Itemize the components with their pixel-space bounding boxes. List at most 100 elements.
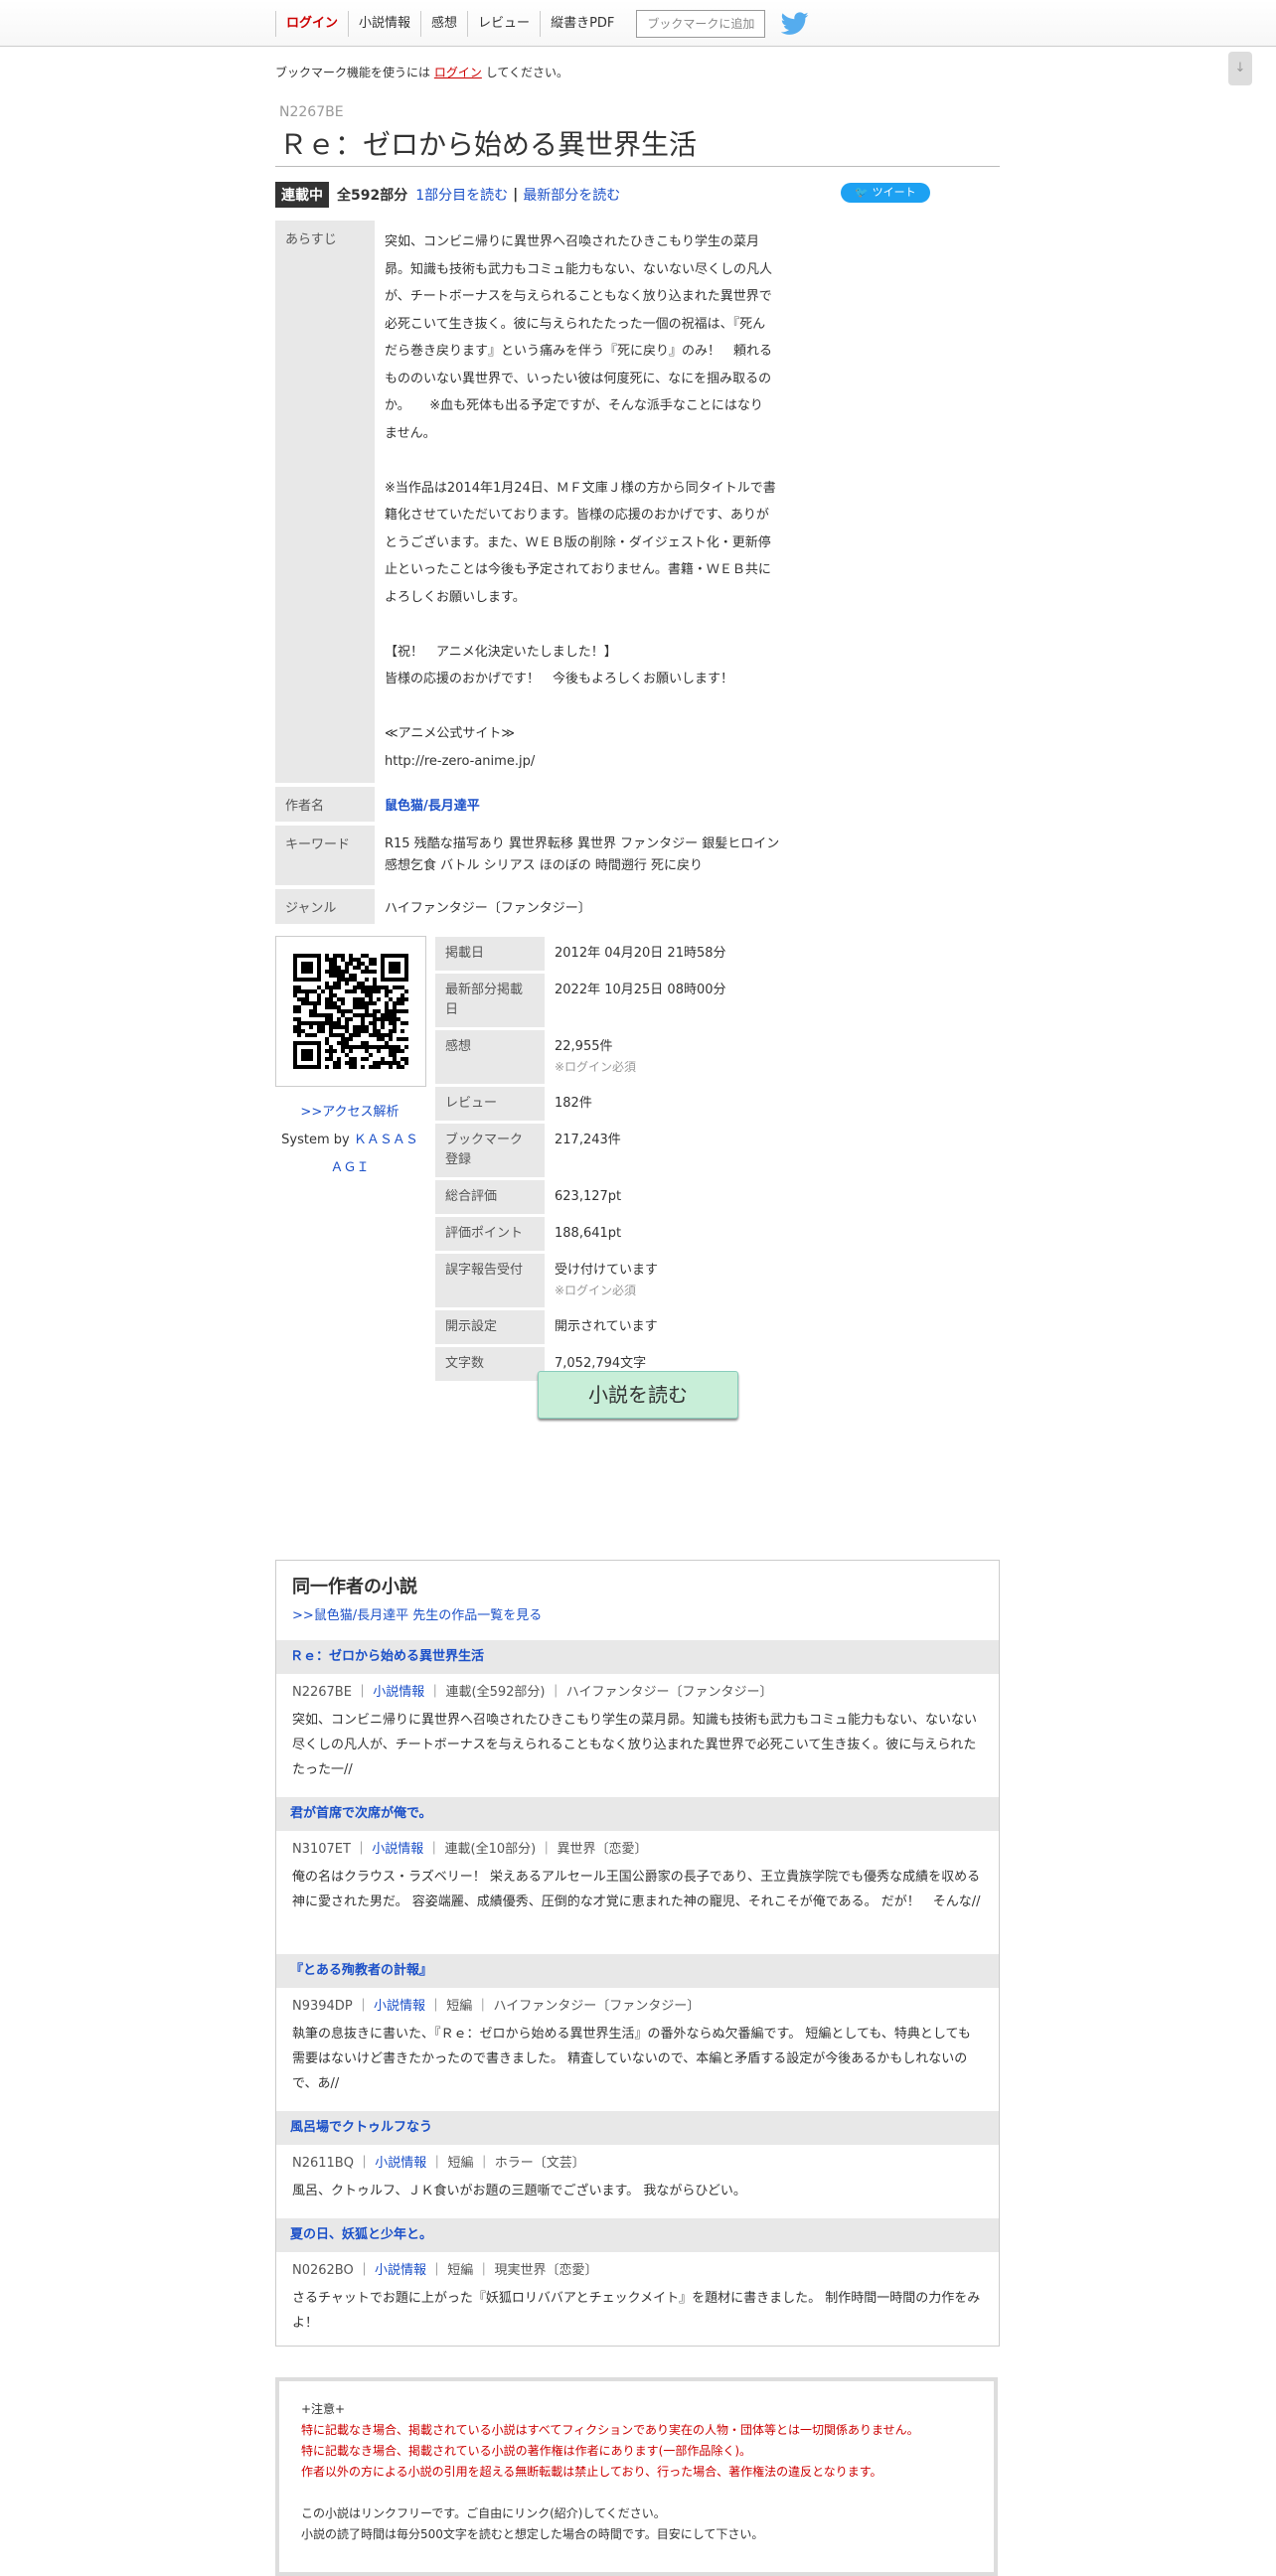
meta-row: 掲載日 2012年 04月20日 21時58分 [435,937,813,971]
work-item: 風呂場でクトゥルフなう N2611BQ ｜ 小説情報 ｜ 短編 ｜ ホラー〔文芸〕… [276,2111,999,2203]
work-title-link[interactable]: 風呂場でクトゥルフなう [276,2111,999,2145]
synopsis-row: あらすじ 突如、コンビニ帰りに異世界へ召喚されたひきこもり学生の菜月 昴。知識も… [275,221,812,783]
work-meta: N2611BQ ｜ 小説情報 ｜ 短編 ｜ ホラー〔文芸〕 [292,2156,585,2171]
work-item: 夏の日、妖狐と少年と。 N0262BO ｜ 小説情報 ｜ 短編 ｜ 現実世界〔恋愛… [276,2218,999,2336]
work-title-link[interactable]: Ｒｅ：ゼロから始める異世界生活 [276,1640,999,1674]
author-works-list-link[interactable]: >>鼠色猫/長月達平 先生の作品一覧を見る [292,1604,542,1623]
synopsis-label: あらすじ [275,221,375,783]
total-parts: 全592部分 [337,188,408,204]
work-info-link[interactable]: 小説情報 [374,1999,425,2014]
meta-row: ブックマーク登録 217,243件 [435,1124,813,1177]
kasasagi-part-1: ＫＡＳＡＳ [353,1133,418,1147]
genre-row: ジャンル ハイファンタジー〔ファンタジー〕 [275,889,812,924]
notice-footer: +注意+ 特に記載なき場合、掲載されている小説はすべてフィクションであり実在の人… [275,2377,998,2576]
nav-menu: ログイン 小説情報 感想 レビュー 縦書きPDF ブックマークに追加 [275,10,809,38]
link-separator: | [513,187,519,203]
meta-label: 誤字報告受付 [435,1254,545,1307]
read-novel-button[interactable]: 小説を読む [538,1371,738,1419]
status-row: 連載中 全592部分 1部分目を読む | 最新部分を読む [275,182,620,208]
meta-cell: 188,641pt [545,1217,813,1251]
novel-code: N2267BE [279,104,344,120]
genre-label: ジャンル [275,889,375,924]
meta-label: 最新部分掲載日 [435,974,545,1027]
work-code: N2611BQ [292,2156,354,2171]
meta-cell: 受け付けています ※ログイン必須 [545,1254,813,1307]
novel-title: Ｒｅ：ゼロから始める異世界生活 [279,128,698,161]
nav-login-link[interactable]: ログイン [275,11,348,37]
work-title-link[interactable]: 君が首席で次席が俺で。 [276,1797,999,1831]
notice-text-before: ブックマーク機能を使うには [275,66,431,79]
qr-caption: >>アクセス解析 System by ＫＡＳＡＳ ＡＧＩ [275,1099,424,1182]
read-first-part-link[interactable]: 1部分目を読む [415,185,508,205]
footer-warning-3: 作者以外の方による小説の引用を超える無断転載は禁止しており、行った場合、著作権法… [301,2465,882,2479]
meta-value: 182件 [555,1096,592,1111]
genre-value: ハイファンタジー〔ファンタジー〕 [385,901,591,916]
meta-value: 受け付けています [555,1263,659,1278]
meta-cell: 217,243件 [545,1124,813,1177]
work-item: Ｒｅ：ゼロから始める異世界生活 N2267BE ｜ 小説情報 ｜ 連載(全592部… [276,1640,999,1782]
scroll-down-button[interactable]: ↓ [1228,52,1252,85]
notice-login-link[interactable]: ログイン [434,66,482,79]
work-status-genre: 連載(全10部分) ｜ 異世界〔恋愛〕 [444,1842,648,1857]
keywords-line-2: 感想乞食 バトル シリアス ほのぼの 時間遡行 死に戻り [385,858,704,873]
work-title-link[interactable]: 夏の日、妖狐と少年と。 [276,2218,999,2252]
meta-value: 188,641pt [555,1226,622,1241]
meta-cell: 2012年 04月20日 21時58分 [545,937,813,971]
work-info-link[interactable]: 小説情報 [373,1685,424,1700]
work-description: 俺の名はクラウス・ラズベリー！ 栄えあるアルセール王国公爵家の長子であり、王立貴… [292,1870,981,1909]
meta-label: レビュー [435,1087,545,1121]
meta-label: 掲載日 [435,937,545,971]
access-analysis-link[interactable]: >>アクセス解析 [300,1105,399,1120]
meta-label: 開示設定 [435,1310,545,1344]
work-code: N3107ET [292,1842,351,1857]
meta-value: 623,127pt [555,1189,622,1204]
meta-login-required-note: ※ログイン必須 [555,1060,637,1074]
work-info-link[interactable]: 小説情報 [375,2263,426,2278]
author-link[interactable]: 鼠色猫/長月達平 [385,799,480,814]
kasasagi-part-2: ＡＧＩ [330,1160,370,1175]
meta-cell: 623,127pt [545,1180,813,1214]
work-item: 『とある殉教者の計報』 N9394DP ｜ 小説情報 ｜ 短編 ｜ ハイファンタジ… [276,1954,999,2096]
nav-review-link[interactable]: レビュー [467,11,540,37]
work-title-link[interactable]: 『とある殉教者の計報』 [276,1954,999,1988]
nav-pdf-link[interactable]: 縦書きPDF [540,11,624,37]
meta-value: 2012年 04月20日 21時58分 [555,946,726,961]
nav-impressions-link[interactable]: 感想 [420,11,467,37]
tweet-button[interactable]: 🐦 ツイート [841,183,930,203]
tweet-label: ツイート [872,186,916,199]
synopsis-text: 突如、コンビニ帰りに異世界へ召喚されたひきこもり学生の菜月 昴。知識も技術も武力… [385,234,776,769]
meta-cell: 開示されています [545,1310,813,1344]
notice-text-after: してください。 [485,66,568,79]
read-latest-part-link[interactable]: 最新部分を読む [523,185,620,205]
work-info-link[interactable]: 小説情報 [372,1842,423,1857]
work-item: 君が首席で次席が俺で。 N3107ET ｜ 小説情報 ｜ 連載(全10部分) ｜ … [276,1797,999,1914]
footer-link-free: この小説はリンクフリーです。ご自由にリンク(紹介)してください。 [301,2506,666,2520]
meta-row: レビュー 182件 [435,1087,813,1121]
meta-value: 217,243件 [555,1133,621,1147]
meta-row: 開示設定 開示されています [435,1310,813,1344]
meta-label: 文字数 [435,1347,545,1381]
bookmark-login-notice: ブックマーク機能を使うには ログイン してください。 [275,64,568,80]
author-row: 作者名 鼠色猫/長月達平 [275,787,812,822]
add-bookmark-button[interactable]: ブックマークに追加 [636,10,766,38]
novel-meta-table: 掲載日 2012年 04月20日 21時58分 最新部分掲載日 2022年 10月25… [435,934,813,1384]
work-status-genre: 短編 ｜ ハイファンタジー〔ファンタジー〕 [446,1999,701,2014]
qr-code-image [293,954,408,1069]
work-description: 執筆の息抜きに書いた、『Ｒｅ：ゼロから始める異世界生活』の番外ならぬ欠番編です。… [292,2027,971,2091]
meta-label: 評価ポイント [435,1217,545,1251]
nav-novel-info-link[interactable]: 小説情報 [348,11,420,37]
work-info-link[interactable]: 小説情報 [375,2156,426,2171]
title-divider [275,166,1000,167]
meta-login-required-note: ※ログイン必須 [555,1284,637,1297]
meta-cell: 22,955件 ※ログイン必須 [545,1030,813,1084]
twitter-bird-icon[interactable] [781,12,809,36]
meta-cell: 2022年 10月25日 08時00分 [545,974,813,1027]
meta-row: 総合評価 623,127pt [435,1180,813,1214]
system-by-label: System by [281,1133,350,1147]
meta-label: 総合評価 [435,1180,545,1214]
work-description: 風呂、クトゥルフ、ＪＫ食いがお題の三題噺でございます。 我ながらひどい。 [292,2184,746,2198]
work-description: 突如、コンビニ帰りに異世界へ召喚されたひきこもり学生の菜月昴。知識も技術も武力も… [292,1713,978,1777]
footer-reading-time: 小説の読了時間は毎分500文字を読むと想定した場合の時間です。目安にして下さい。 [301,2527,764,2541]
work-status-genre: 連載(全592部分) ｜ ハイファンタジー〔ファンタジー〕 [445,1685,773,1700]
work-status-genre: 短編 ｜ ホラー〔文芸〕 [447,2156,585,2171]
